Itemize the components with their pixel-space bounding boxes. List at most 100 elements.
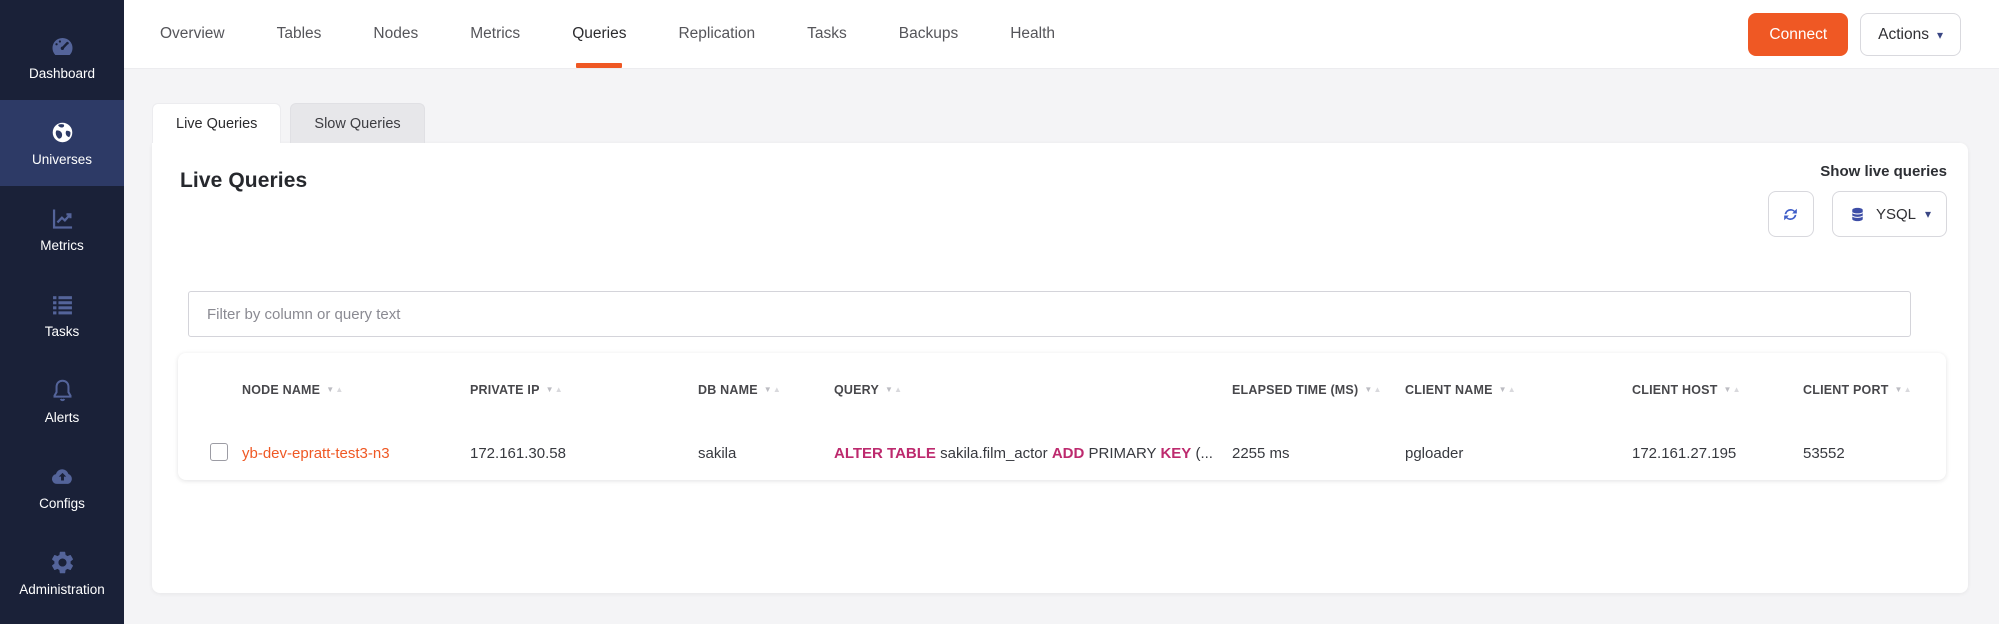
- sort-icon[interactable]: ▼▲: [885, 386, 902, 394]
- sort-icon[interactable]: ▼▲: [764, 386, 781, 394]
- gear-icon: [49, 549, 76, 576]
- nav-tab-label: Backups: [899, 25, 958, 43]
- sidebar-item-label: Configs: [39, 497, 85, 511]
- api-select-dropdown[interactable]: YSQL ▾: [1832, 191, 1947, 237]
- sidebar-item-label: Dashboard: [29, 67, 95, 81]
- sidebar-item-alerts[interactable]: Alerts: [0, 358, 124, 444]
- nav-actions: Connect Actions ▾: [1748, 0, 1961, 69]
- column-header-label: NODE NAME: [242, 383, 320, 397]
- chevron-down-icon: ▾: [1937, 29, 1943, 41]
- subtab-live-queries[interactable]: Live Queries: [152, 103, 281, 143]
- sql-text: (...: [1191, 445, 1213, 462]
- nav-tab-label: Health: [1010, 25, 1055, 43]
- row-checkbox[interactable]: [210, 443, 228, 461]
- sql-keyword: KEY: [1160, 445, 1191, 462]
- cell-client-name: pgloader: [1405, 445, 1632, 462]
- sort-asc-icon: ▲: [894, 386, 902, 394]
- sidebar-item-label: Metrics: [40, 239, 84, 253]
- sort-desc-icon: ▼: [1895, 386, 1903, 394]
- live-queries-controls: Show live queries YSQL ▾: [1768, 163, 1947, 237]
- column-header-client-host[interactable]: CLIENT HOST ▼▲: [1632, 383, 1803, 397]
- top-nav: Overview Tables Nodes Metrics Queries Replica…: [124, 0, 1999, 69]
- cell-elapsed: 2255 ms: [1232, 445, 1405, 462]
- sql-text: sakila.film_actor: [936, 445, 1052, 462]
- cell-db-name: sakila: [698, 445, 834, 462]
- tab-health[interactable]: Health: [988, 0, 1077, 68]
- show-live-queries-label: Show live queries: [1820, 163, 1947, 180]
- tab-nodes[interactable]: Nodes: [351, 0, 440, 68]
- sort-icon[interactable]: ▼▲: [546, 386, 563, 394]
- subtab-slow-queries[interactable]: Slow Queries: [290, 103, 424, 143]
- list-icon: [49, 291, 76, 318]
- live-queries-panel: Live Queries Show live queries YSQL ▾: [152, 143, 1968, 593]
- column-header-node-name[interactable]: NODE NAME ▼▲: [242, 383, 470, 397]
- sort-desc-icon: ▼: [1499, 386, 1507, 394]
- column-header-client-port[interactable]: CLIENT PORT ▼▲: [1803, 383, 1946, 397]
- sidebar-item-configs[interactable]: Configs: [0, 444, 124, 530]
- globe-icon: [49, 119, 76, 146]
- cell-node-name: yb-dev-epratt-test3-n3: [242, 445, 470, 462]
- tab-tables[interactable]: Tables: [255, 0, 344, 68]
- tab-overview[interactable]: Overview: [138, 0, 247, 68]
- nav-tab-label: Tasks: [807, 25, 847, 43]
- sort-icon[interactable]: ▼▲: [1895, 386, 1912, 394]
- connect-button[interactable]: Connect: [1748, 13, 1848, 56]
- tab-tasks-nav[interactable]: Tasks: [785, 0, 869, 68]
- sort-icon[interactable]: ▼▲: [1499, 386, 1516, 394]
- queries-subtabs: Live QueriesSlow Queries: [152, 103, 425, 143]
- sort-desc-icon: ▼: [885, 386, 893, 394]
- sql-keyword: ALTER TABLE: [834, 445, 936, 462]
- controls-row: YSQL ▾: [1768, 191, 1947, 237]
- page-title: Live Queries: [180, 169, 307, 193]
- sort-desc-icon: ▼: [764, 386, 772, 394]
- actions-button[interactable]: Actions ▾: [1860, 13, 1961, 56]
- sort-asc-icon: ▲: [1373, 386, 1381, 394]
- sidebar-item-universes[interactable]: Universes: [0, 100, 124, 186]
- tab-backups[interactable]: Backups: [877, 0, 980, 68]
- refresh-icon: [1781, 205, 1800, 224]
- tab-metrics[interactable]: Metrics: [448, 0, 542, 68]
- cell-client-host: 172.161.27.195: [1632, 445, 1803, 462]
- cloud-upload-icon: [49, 463, 76, 490]
- column-header-private-ip[interactable]: PRIVATE IP▼▲: [470, 383, 698, 397]
- column-header-client-name[interactable]: CLIENT NAME ▼▲: [1405, 383, 1632, 397]
- sort-asc-icon: ▲: [1508, 386, 1516, 394]
- table-header-row: NODE NAME▼▲PRIVATE IP▼▲DB NAME▼▲QUERY▼▲E…: [178, 353, 1946, 419]
- sort-asc-icon: ▲: [773, 386, 781, 394]
- sort-asc-icon: ▲: [1733, 386, 1741, 394]
- table-body: yb-dev-epratt-test3-n3172.161.30.58sakil…: [178, 419, 1946, 488]
- column-header-db-name[interactable]: DB NAME▼▲: [698, 383, 834, 397]
- tab-replication[interactable]: Replication: [656, 0, 777, 68]
- chevron-down-icon: ▾: [1925, 208, 1931, 220]
- column-header-label: CLIENT PORT: [1803, 383, 1889, 397]
- sidebar-item-metrics[interactable]: Metrics: [0, 186, 124, 272]
- sql-text: PRIMARY: [1084, 445, 1160, 462]
- nav-tab-label: Queries: [572, 25, 626, 43]
- live-queries-table: NODE NAME▼▲PRIVATE IP▼▲DB NAME▼▲QUERY▼▲E…: [178, 353, 1946, 480]
- sort-icon[interactable]: ▼▲: [1364, 386, 1381, 394]
- column-header-label: CLIENT HOST: [1632, 383, 1718, 397]
- sort-desc-icon: ▼: [1724, 386, 1732, 394]
- sidebar-item-tasks[interactable]: Tasks: [0, 272, 124, 358]
- sql-keyword: ADD: [1052, 445, 1085, 462]
- refresh-button[interactable]: [1768, 191, 1814, 237]
- sidebar-item-dashboard[interactable]: Dashboard: [0, 14, 124, 100]
- sort-asc-icon: ▲: [555, 386, 563, 394]
- tab-queries[interactable]: Queries: [550, 0, 648, 68]
- sidebar-item-label: Tasks: [45, 325, 80, 339]
- column-header-elapsed[interactable]: ELAPSED TIME (MS)▼▲: [1232, 383, 1405, 397]
- column-header-query[interactable]: QUERY ▼▲: [834, 383, 1232, 397]
- sidebar-item-administration[interactable]: Administration: [0, 530, 124, 616]
- nav-tab-label: Overview: [160, 25, 225, 43]
- filter-input[interactable]: [188, 291, 1911, 337]
- node-name-link[interactable]: yb-dev-epratt-test3-n3: [242, 445, 390, 462]
- chart-icon: [49, 205, 76, 232]
- nav-tab-label: Metrics: [470, 25, 520, 43]
- active-tab-underline: [576, 63, 622, 68]
- sort-desc-icon: ▼: [546, 386, 554, 394]
- column-header-label: CLIENT NAME: [1405, 383, 1493, 397]
- nav-tab-label: Nodes: [373, 25, 418, 43]
- sort-icon[interactable]: ▼▲: [326, 386, 343, 394]
- sort-icon[interactable]: ▼▲: [1724, 386, 1741, 394]
- column-header-label: QUERY: [834, 383, 879, 397]
